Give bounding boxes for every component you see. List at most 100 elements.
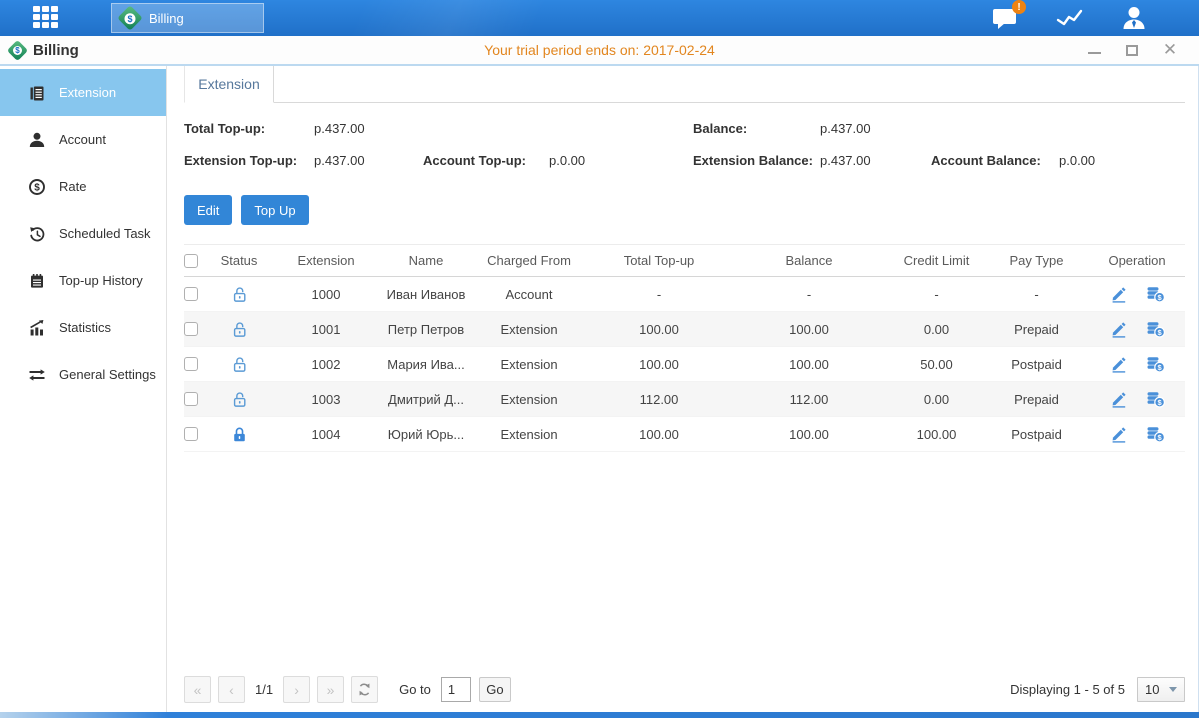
sidebar-item-label: Scheduled Task bbox=[59, 226, 151, 241]
taskbar-tab-billing[interactable]: $ Billing bbox=[111, 3, 264, 33]
pay-type-cell: Postpaid bbox=[984, 357, 1089, 372]
sidebar-item-label: Top-up History bbox=[59, 273, 143, 288]
edit-button[interactable]: Edit bbox=[184, 195, 232, 225]
sidebar-item-label: Statistics bbox=[59, 320, 111, 335]
account-balance-value: p.0.00 bbox=[1059, 153, 1185, 168]
topup-row-icon[interactable]: $ bbox=[1146, 320, 1165, 338]
topup-row-icon[interactable]: $ bbox=[1146, 425, 1165, 443]
topup-row-icon[interactable]: $ bbox=[1146, 355, 1165, 373]
column-header-balance: Balance bbox=[729, 253, 889, 268]
row-checkbox[interactable] bbox=[184, 322, 198, 336]
charged-from-cell: Extension bbox=[469, 322, 589, 337]
row-checkbox[interactable] bbox=[184, 392, 198, 406]
account-topup-label: Account Top-up: bbox=[423, 153, 549, 168]
column-header-operation: Operation bbox=[1089, 253, 1185, 268]
page-indicator: 1/1 bbox=[255, 682, 273, 697]
notepad-icon bbox=[28, 272, 46, 290]
billing-window-icon: $ bbox=[7, 39, 28, 60]
pay-type-cell: - bbox=[984, 287, 1089, 302]
edit-row-icon[interactable] bbox=[1110, 320, 1128, 338]
operation-cell: $ bbox=[1089, 285, 1185, 303]
extension-cell: 1000 bbox=[269, 287, 383, 302]
topup-button[interactable]: Top Up bbox=[241, 195, 308, 225]
top-bar: $ Billing ! bbox=[0, 0, 1199, 36]
name-cell: Мария Ива... bbox=[383, 357, 469, 372]
total-topup-cell: 100.00 bbox=[589, 357, 729, 372]
account-balance-label: Account Balance: bbox=[931, 153, 1059, 168]
rate-coin-icon: $ bbox=[28, 178, 46, 196]
svg-text:$: $ bbox=[34, 182, 40, 193]
last-page-button[interactable]: » bbox=[317, 676, 344, 703]
lock-open-icon bbox=[231, 286, 248, 303]
credit-limit-cell: - bbox=[889, 287, 984, 302]
balance-cell: 100.00 bbox=[729, 427, 889, 442]
column-header-extension: Extension bbox=[269, 253, 383, 268]
sidebar-item-scheduled-task[interactable]: Scheduled Task bbox=[0, 210, 166, 257]
sidebar: Extension Account $ Rate Scheduled Task bbox=[0, 66, 167, 712]
minimize-icon[interactable] bbox=[1087, 43, 1101, 57]
status-cell bbox=[209, 321, 269, 338]
total-topup-cell: 100.00 bbox=[589, 322, 729, 337]
user-account-icon[interactable] bbox=[1121, 5, 1147, 31]
sidebar-item-extension[interactable]: Extension bbox=[0, 69, 166, 116]
edit-row-icon[interactable] bbox=[1110, 390, 1128, 408]
maximize-icon[interactable] bbox=[1125, 43, 1139, 57]
edit-row-icon[interactable] bbox=[1110, 425, 1128, 443]
column-header-credit-limit: Credit Limit bbox=[889, 253, 984, 268]
sidebar-item-rate[interactable]: $ Rate bbox=[0, 163, 166, 210]
page-size-select[interactable]: 10 bbox=[1137, 677, 1185, 702]
first-page-button[interactable]: « bbox=[184, 676, 211, 703]
extension-cell: 1003 bbox=[269, 392, 383, 407]
apps-grid-icon[interactable] bbox=[33, 6, 69, 30]
next-page-button[interactable]: › bbox=[283, 676, 310, 703]
lock-open-icon bbox=[231, 356, 248, 373]
status-cell bbox=[209, 286, 269, 303]
edit-row-icon[interactable] bbox=[1110, 355, 1128, 373]
charged-from-cell: Extension bbox=[469, 427, 589, 442]
statistics-chart-icon[interactable] bbox=[1056, 6, 1083, 30]
name-cell: Иван Иванов bbox=[383, 287, 469, 302]
table-row: 1000 Иван Иванов Account - - - - bbox=[184, 277, 1185, 312]
row-checkbox[interactable] bbox=[184, 427, 198, 441]
goto-page-input[interactable] bbox=[441, 677, 471, 702]
credit-limit-cell: 0.00 bbox=[889, 392, 984, 407]
refresh-button[interactable] bbox=[351, 676, 378, 703]
tab-extension[interactable]: Extension bbox=[184, 66, 274, 103]
taskbar-tab-label: Billing bbox=[149, 11, 184, 26]
pay-type-cell: Prepaid bbox=[984, 392, 1089, 407]
sidebar-item-general-settings[interactable]: General Settings bbox=[0, 351, 166, 398]
select-all-checkbox[interactable] bbox=[184, 254, 198, 268]
operation-cell: $ bbox=[1089, 320, 1185, 338]
person-icon bbox=[28, 131, 46, 149]
credit-limit-cell: 0.00 bbox=[889, 322, 984, 337]
extension-balance-value: p.437.00 bbox=[820, 153, 931, 168]
row-checkbox[interactable] bbox=[184, 287, 198, 301]
displaying-text: Displaying 1 - 5 of 5 bbox=[1010, 682, 1125, 697]
total-topup-cell: 112.00 bbox=[589, 392, 729, 407]
balance-cell: 100.00 bbox=[729, 357, 889, 372]
sidebar-item-account[interactable]: Account bbox=[0, 116, 166, 163]
topup-row-icon[interactable]: $ bbox=[1146, 285, 1165, 303]
total-topup-cell: - bbox=[589, 287, 729, 302]
lock-open-icon bbox=[231, 321, 248, 338]
edit-row-icon[interactable] bbox=[1110, 285, 1128, 303]
balance-label: Balance: bbox=[693, 121, 820, 136]
sidebar-item-topup-history[interactable]: Top-up History bbox=[0, 257, 166, 304]
total-topup-cell: 100.00 bbox=[589, 427, 729, 442]
topup-row-icon[interactable]: $ bbox=[1146, 390, 1165, 408]
page-size-value: 10 bbox=[1145, 682, 1159, 697]
goto-label: Go to bbox=[399, 682, 431, 697]
go-button[interactable]: Go bbox=[479, 677, 511, 702]
ledger-icon bbox=[28, 84, 46, 102]
billing-summary: Total Top-up: p.437.00 Balance: p.437.00… bbox=[184, 121, 1185, 168]
messages-icon[interactable]: ! bbox=[992, 6, 1018, 30]
sidebar-item-statistics[interactable]: Statistics bbox=[0, 304, 166, 351]
close-icon[interactable]: ✕ bbox=[1163, 43, 1177, 57]
row-checkbox[interactable] bbox=[184, 357, 198, 371]
balance-value: p.437.00 bbox=[820, 121, 931, 136]
prev-page-button[interactable]: ‹ bbox=[218, 676, 245, 703]
balance-cell: 100.00 bbox=[729, 322, 889, 337]
column-header-pay-type: Pay Type bbox=[984, 253, 1089, 268]
balance-cell: - bbox=[729, 287, 889, 302]
total-topup-label: Total Top-up: bbox=[184, 121, 314, 136]
